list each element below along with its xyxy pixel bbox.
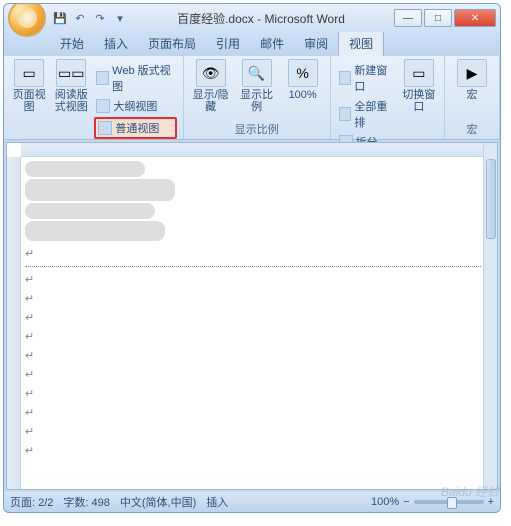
paragraph-mark: ↵ [25,406,481,419]
paragraph-mark: ↵ [25,292,481,305]
zoom-button[interactable]: 🔍 显示比例 [236,59,278,113]
show-hide-label: 显示/隐藏 [190,89,232,113]
outline-view-button[interactable]: 大纲视图 [94,97,176,115]
qat-dropdown-icon[interactable]: ▾ [112,10,128,26]
page-view-button[interactable]: ▭ 页面视图 [10,59,48,139]
quick-access-toolbar: 💾 ↶ ↷ ▾ [52,10,128,26]
paragraph-mark: ↵ [25,273,481,286]
show-hide-button[interactable]: 👁 显示/隐藏 [190,59,232,113]
group-zoom-label: 显示比例 [190,120,324,138]
tab-references[interactable]: 引用 [206,31,250,56]
paragraph-mark: ↵ [25,444,481,457]
undo-icon[interactable]: ↶ [72,10,88,26]
view-small-items: Web 版式视图 大纲视图 普通视图 [94,59,176,139]
reading-view-label: 阅读版式视图 [52,89,90,113]
arrange-label: 全部重排 [354,98,393,130]
word-window: 💾 ↶ ↷ ▾ 百度经验.docx - Microsoft Word — □ ✕… [3,3,501,513]
office-button[interactable] [8,3,46,37]
switch-window-button[interactable]: ▭ 切换窗口 [400,59,438,151]
horizontal-ruler[interactable] [21,143,483,157]
tab-mailings[interactable]: 邮件 [250,31,294,56]
tab-start[interactable]: 开始 [50,31,94,56]
window-title: 百度经验.docx - Microsoft Word [128,10,394,27]
page-view-label: 页面视图 [10,89,48,113]
zoom-icon: 🔍 [242,59,272,87]
tab-page-layout[interactable]: 页面布局 [138,31,206,56]
arrange-icon [339,107,352,121]
switch-window-icon: ▭ [404,59,434,87]
zoom-value[interactable]: 100% [371,496,399,508]
zoom-label: 显示比例 [236,89,278,113]
document-content[interactable]: ↵ ↵ ↵ ↵ ↵ ↵ ↵ ↵ ↵ ↵ ↵ [25,159,481,487]
page-view-icon: ▭ [14,59,44,87]
redacted-text [25,203,155,219]
outline-view-label: 大纲视图 [113,98,157,114]
new-window-icon [339,71,352,85]
tab-insert[interactable]: 插入 [94,31,138,56]
office-logo-icon [17,8,37,28]
arrange-all-button[interactable]: 全部重排 [337,97,396,131]
reading-view-icon: ▭▭ [56,59,86,87]
group-macros: ▶ 宏 宏 [445,56,500,139]
status-bar: 页面: 2/2 字数: 498 中文(简体,中国) 插入 100% − + [4,492,500,512]
zoom-slider[interactable] [414,500,484,504]
redo-icon[interactable]: ↷ [92,10,108,26]
section-break [25,266,481,267]
redacted-text [25,161,145,177]
status-page[interactable]: 页面: 2/2 [10,494,53,510]
redacted-text [25,179,175,201]
web-view-button[interactable]: Web 版式视图 [94,61,176,95]
window-small-items: 新建窗口 全部重排 拆分 [337,59,396,151]
minimize-button[interactable]: — [394,9,422,27]
paragraph-mark: ↵ [25,330,481,343]
group-macros-label: 宏 [451,120,493,138]
status-insert-mode[interactable]: 插入 [206,494,228,510]
group-document-views: ▭ 页面视图 ▭▭ 阅读版式视图 Web 版式视图 大纲视图 普通视图 文档视图 [4,56,184,139]
save-icon[interactable]: 💾 [52,10,68,26]
normal-view-button[interactable]: 普通视图 [94,117,176,139]
document-area: ↵ ↵ ↵ ↵ ↵ ↵ ↵ ↵ ↵ ↵ ↵ [6,142,498,490]
hundred-icon: % [288,59,318,87]
new-window-button[interactable]: 新建窗口 [337,61,396,95]
vertical-ruler[interactable] [7,157,21,489]
show-hide-icon: 👁 [196,59,226,87]
zoom-out-button[interactable]: − [403,496,409,508]
scroll-thumb[interactable] [486,159,496,239]
normal-view-icon [98,121,112,135]
title-bar: 💾 ↶ ↷ ▾ 百度经验.docx - Microsoft Word — □ ✕ [4,4,500,32]
hundred-label: 100% [289,89,317,101]
macros-icon: ▶ [457,59,487,87]
switch-window-label: 切换窗口 [400,89,438,113]
status-language[interactable]: 中文(简体,中国) [120,494,196,510]
macros-button[interactable]: ▶ 宏 [451,59,493,101]
normal-view-label: 普通视图 [115,120,159,136]
close-button[interactable]: ✕ [454,9,496,27]
status-words[interactable]: 字数: 498 [63,494,109,510]
paragraph-mark: ↵ [25,387,481,400]
watermark: Baidu 经验 [441,483,499,500]
outline-view-icon [96,99,110,113]
macros-label: 宏 [467,89,478,101]
group-window: 新建窗口 全部重排 拆分 ▭ 切换窗口 窗口 [331,56,445,139]
ribbon-tabs: 开始 插入 页面布局 引用 邮件 审阅 视图 [4,32,500,56]
redacted-text [25,221,165,241]
group-zoom: 👁 显示/隐藏 🔍 显示比例 % 100% 显示比例 [184,56,331,139]
maximize-button[interactable]: □ [424,9,452,27]
vertical-scrollbar[interactable] [483,143,497,489]
tab-review[interactable]: 审阅 [294,31,338,56]
reading-view-button[interactable]: ▭▭ 阅读版式视图 [52,59,90,139]
hundred-percent-button[interactable]: % 100% [282,59,324,113]
paragraph-mark: ↵ [25,247,481,260]
new-window-label: 新建窗口 [354,62,393,94]
paragraph-mark: ↵ [25,311,481,324]
paragraph-mark: ↵ [25,349,481,362]
window-controls: — □ ✕ [394,9,496,27]
paragraph-mark: ↵ [25,368,481,381]
paragraph-mark: ↵ [25,425,481,438]
tab-view[interactable]: 视图 [338,30,384,56]
ribbon: ▭ 页面视图 ▭▭ 阅读版式视图 Web 版式视图 大纲视图 普通视图 文档视图… [4,56,500,140]
web-view-label: Web 版式视图 [112,62,174,94]
web-view-icon [96,71,109,85]
